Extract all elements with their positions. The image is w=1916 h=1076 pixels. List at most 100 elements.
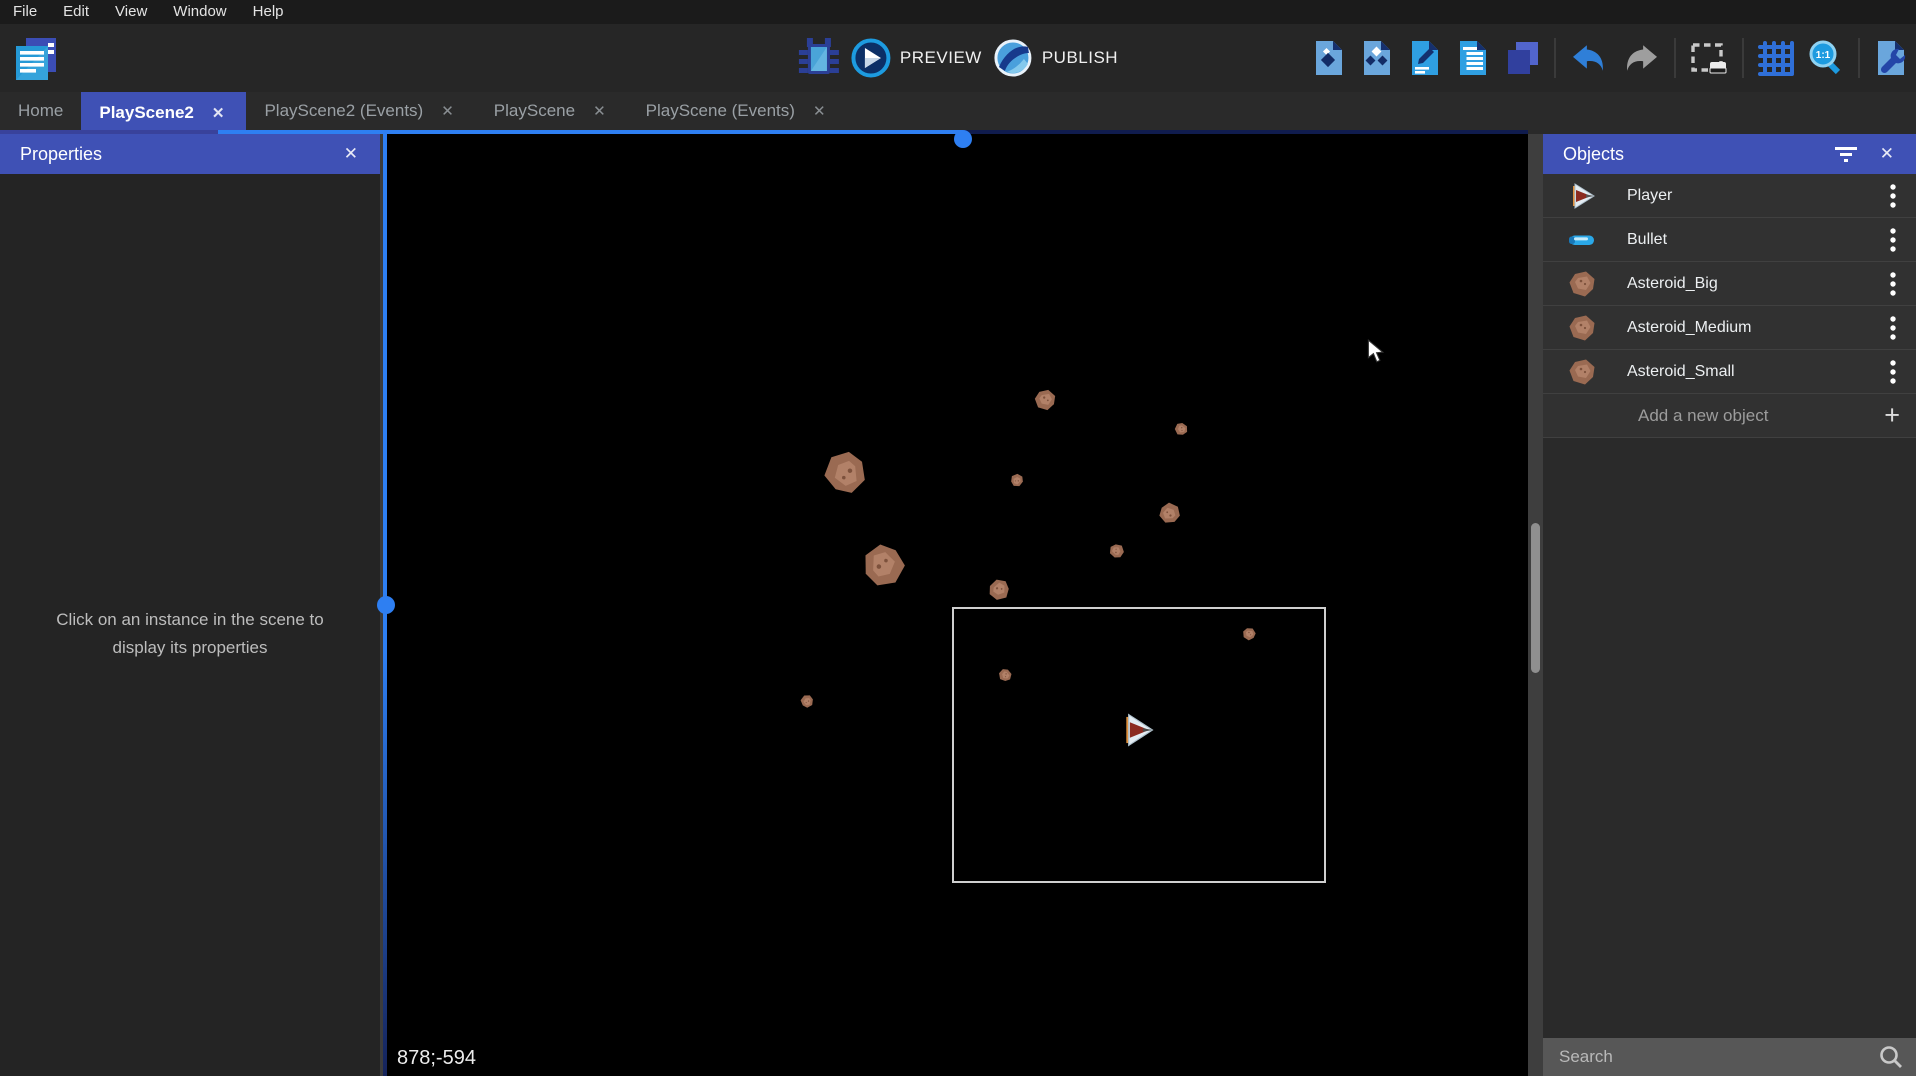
preview-label: PREVIEW [900, 48, 982, 68]
objects-panel-title: Objects [1563, 144, 1826, 165]
object-search-input[interactable] [1559, 1047, 1878, 1067]
publish-button[interactable]: PUBLISH [992, 37, 1118, 79]
menu-edit[interactable]: Edit [50, 0, 102, 24]
tab-label: PlayScene2 [99, 103, 194, 123]
undo-icon [1570, 42, 1608, 74]
delete-selection-icon [1690, 41, 1728, 75]
project-manager-button[interactable] [14, 36, 58, 82]
object-name: Player [1627, 187, 1876, 205]
main-toolbar: PREVIEW PUBLISH 1:1 [0, 24, 1916, 92]
asteroid-icon [1565, 311, 1599, 345]
tab-playscene2[interactable]: PlayScene2 ✕ [81, 92, 246, 134]
object-row-asteroid_big[interactable]: Asteroid_Big [1543, 262, 1916, 306]
object-name: Asteroid_Small [1627, 363, 1876, 381]
kebab-icon [1889, 271, 1897, 297]
scrollbar-thumb[interactable] [1531, 523, 1540, 673]
instances-editor-button[interactable] [1456, 40, 1490, 76]
object-search-bar [1543, 1038, 1916, 1076]
grid-button[interactable] [1758, 40, 1794, 76]
objects-panel-header: Objects ✕ [1543, 134, 1916, 174]
close-icon[interactable]: ✕ [809, 100, 830, 122]
zoom-1-1-button[interactable]: 1:1 [1808, 40, 1844, 76]
filter-icon[interactable] [1826, 142, 1866, 166]
toolbar-center-group: PREVIEW PUBLISH [798, 24, 1118, 92]
redo-icon [1622, 42, 1660, 74]
project-manager-icon [14, 36, 58, 82]
splitter-strip-left [0, 130, 218, 134]
vertical-splitter-handle[interactable] [377, 596, 395, 614]
debug-button[interactable] [798, 37, 840, 79]
objects-editor-button[interactable] [1312, 40, 1346, 76]
bullet-icon [1565, 223, 1599, 257]
add-object-label: Add a new object [1638, 406, 1884, 426]
tab-home[interactable]: Home [0, 92, 81, 130]
setup-grid-button[interactable] [1874, 40, 1908, 76]
preview-button[interactable]: PREVIEW [850, 37, 982, 79]
splitter-strip-active[interactable] [218, 130, 963, 134]
close-icon[interactable]: ✕ [1872, 140, 1902, 168]
grid-icon [1758, 40, 1794, 76]
close-icon[interactable]: ✕ [437, 100, 458, 122]
gdevelop-editor-window: FileEditViewWindowHelp PREVIEW PUBLISH 1… [0, 0, 1916, 1076]
redo-button[interactable] [1622, 42, 1660, 74]
add-object-button[interactable]: Add a new object + [1543, 394, 1916, 438]
kebab-icon [1889, 227, 1897, 253]
objects-panel-filler [1543, 438, 1916, 1038]
objects-editor-icon [1312, 40, 1346, 76]
plus-icon: + [1884, 400, 1900, 431]
asteroid-small-instance[interactable] [799, 693, 815, 709]
close-icon[interactable]: ✕ [208, 102, 229, 124]
close-icon[interactable]: ✕ [589, 100, 610, 122]
asteroid-small-instance[interactable] [1108, 542, 1126, 560]
menu-view[interactable]: View [102, 0, 160, 24]
tab-playscene2-events[interactable]: PlayScene2 (Events) ✕ [246, 92, 475, 130]
mouse-cursor [1365, 339, 1385, 363]
tab-playscene-events[interactable]: PlayScene (Events) ✕ [628, 92, 848, 130]
object-menu-button[interactable] [1876, 223, 1910, 257]
player-ship-icon [1565, 179, 1599, 213]
scene-canvas[interactable]: 878;-594 [387, 134, 1528, 1076]
asteroid-big-instance[interactable] [819, 446, 871, 498]
player-ship-instance[interactable] [1118, 711, 1156, 749]
objects-panel: Objects ✕ Player BulletAsteroid_Big Astero… [1543, 134, 1916, 1076]
instances-editor-icon [1456, 40, 1490, 76]
object-menu-button[interactable] [1876, 179, 1910, 213]
canvas-vertical-scrollbar[interactable] [1528, 134, 1543, 1076]
object-groups-button[interactable] [1360, 40, 1394, 76]
menu-help[interactable]: Help [240, 0, 297, 24]
undo-button[interactable] [1570, 42, 1608, 74]
horizontal-splitter-handle[interactable] [954, 130, 972, 148]
publish-globe-icon [992, 37, 1034, 79]
tab-label: PlayScene (Events) [646, 101, 795, 121]
asteroid-medium-instance[interactable] [1032, 387, 1058, 413]
tab-playscene[interactable]: PlayScene✕ [476, 92, 628, 130]
menu-bar: FileEditViewWindowHelp [0, 0, 1916, 24]
close-icon[interactable]: ✕ [336, 140, 366, 168]
object-row-player[interactable]: Player [1543, 174, 1916, 218]
properties-editor-button[interactable] [1408, 40, 1442, 76]
tab-label: PlayScene2 (Events) [264, 101, 423, 121]
kebab-icon [1889, 183, 1897, 209]
object-row-asteroid_small[interactable]: Asteroid_Small [1543, 350, 1916, 394]
delete-selection-button[interactable] [1690, 41, 1728, 75]
object-menu-button[interactable] [1876, 267, 1910, 301]
kebab-icon [1889, 359, 1897, 385]
properties-editor-icon [1408, 40, 1442, 76]
asteroid-small-instance[interactable] [1009, 472, 1025, 488]
layers-editor-icon [1504, 40, 1540, 76]
object-row-bullet[interactable]: Bullet [1543, 218, 1916, 262]
object-menu-button[interactable] [1876, 355, 1910, 389]
asteroid-medium-instance[interactable] [986, 577, 1012, 603]
object-menu-button[interactable] [1876, 311, 1910, 345]
object-name: Asteroid_Medium [1627, 319, 1876, 337]
menu-window[interactable]: Window [160, 0, 239, 24]
asteroid-medium-instance[interactable] [1157, 500, 1183, 526]
asteroid-big-instance[interactable] [858, 540, 910, 592]
layers-editor-button[interactable] [1504, 40, 1540, 76]
asteroid-small-instance[interactable] [1173, 421, 1189, 437]
object-row-asteroid_medium[interactable]: Asteroid_Medium [1543, 306, 1916, 350]
asteroid-icon [1565, 267, 1599, 301]
menu-file[interactable]: File [6, 0, 50, 24]
svg-text:1:1: 1:1 [1816, 50, 1831, 61]
properties-panel-title: Properties [20, 144, 336, 165]
